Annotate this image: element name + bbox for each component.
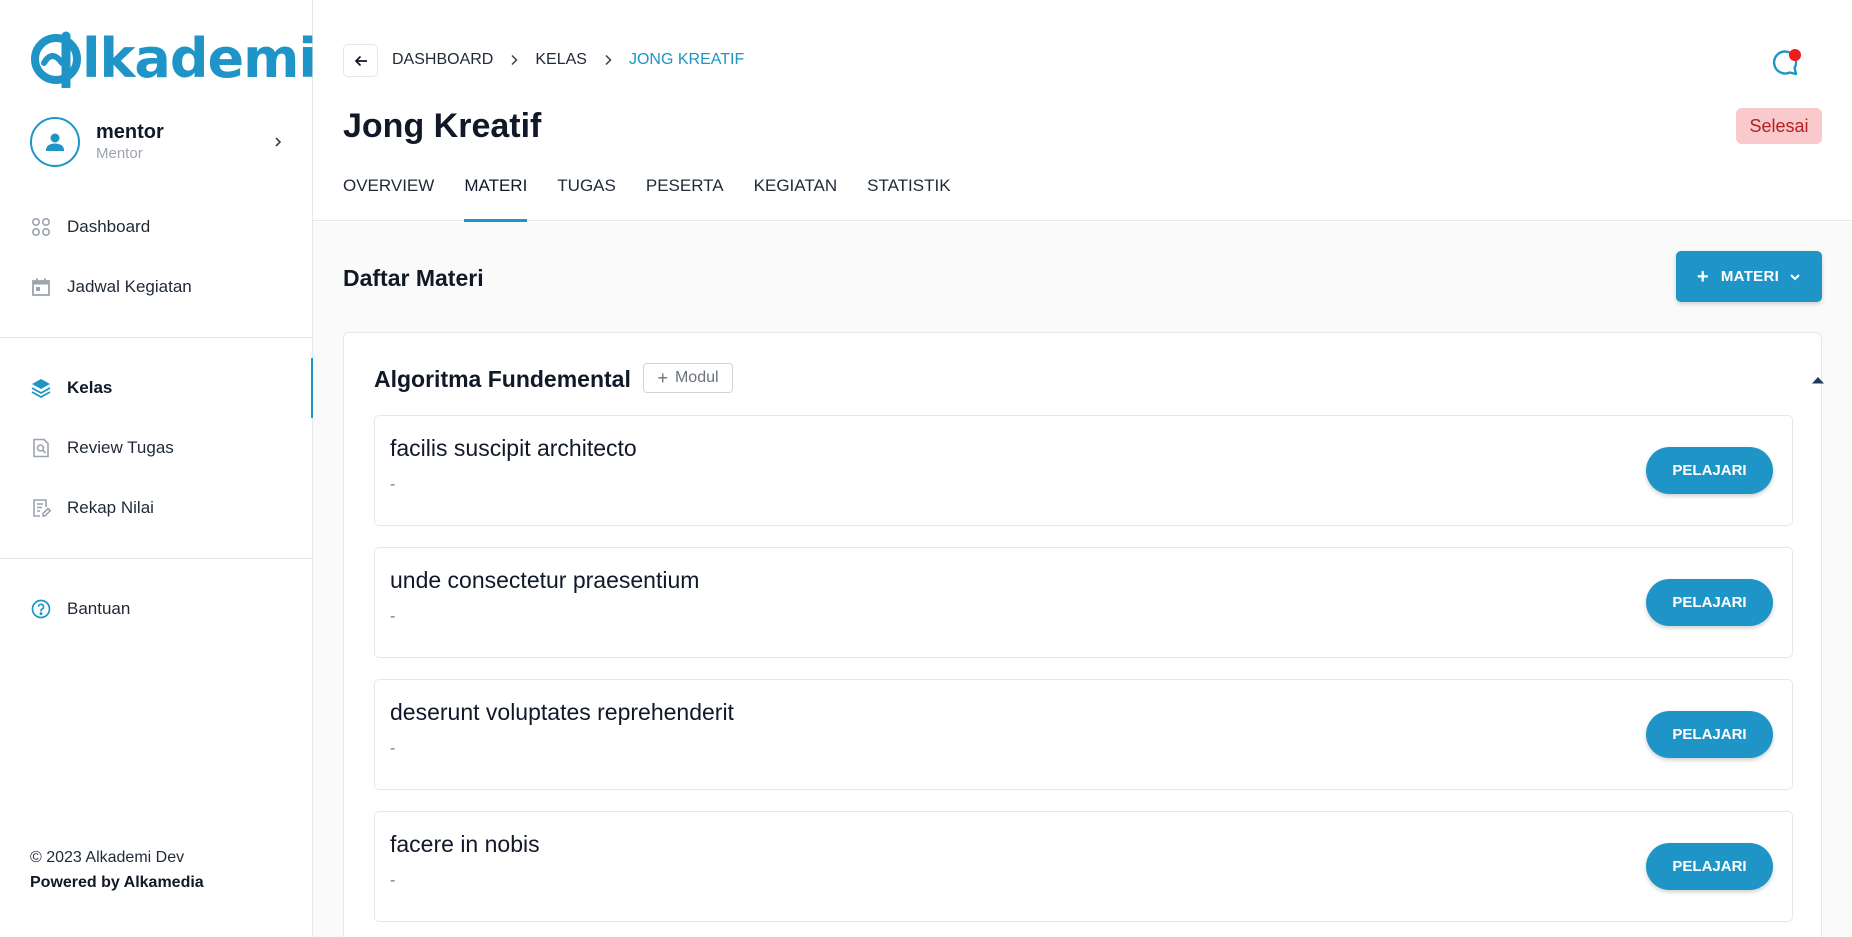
edit-document-icon — [30, 497, 52, 519]
add-materi-label: MATERI — [1720, 268, 1780, 285]
copyright-text: © 2023 Alkademi Dev — [30, 849, 185, 866]
add-modul-button[interactable]: + Modul — [643, 363, 733, 393]
sidebar-item-kelas[interactable]: Kelas — [0, 358, 314, 418]
sidebar-footer: © 2023 Alkademi Dev Powered by Alkamedia — [30, 845, 204, 895]
main-area: DASHBOARD KELAS JONG KREATIF Jong Kreati… — [313, 0, 1852, 937]
lesson-item: facere in nobis - PELAJARI — [374, 811, 1793, 922]
sidebar-item-label: Kelas — [67, 378, 113, 397]
add-modul-label: Modul — [674, 369, 719, 386]
sidebar: lkademi mentor Mentor Dashboard Jadwal K… — [0, 0, 317, 937]
section-title: Daftar Materi — [343, 265, 484, 291]
chevron-right-icon — [603, 54, 613, 66]
content-area: Daftar Materi + MATERI Algoritma Fundeme… — [313, 222, 1852, 937]
breadcrumb-kelas[interactable]: KELAS — [535, 51, 587, 69]
lesson-item: facilis suscipit architecto - PELAJARI — [374, 415, 1793, 526]
page-title: Jong Kreatif — [343, 107, 542, 145]
user-name: mentor — [96, 121, 164, 143]
status-badge: Selesai — [1736, 108, 1822, 144]
layers-icon — [30, 377, 52, 399]
arrow-left-icon — [354, 55, 367, 66]
user-icon — [46, 133, 64, 151]
collapse-caret-icon[interactable] — [1809, 373, 1827, 387]
lesson-title: deserunt voluptates reprehenderit — [390, 699, 734, 725]
lesson-title: facere in nobis — [390, 831, 540, 857]
sidebar-item-rekap-nilai[interactable]: Rekap Nilai — [0, 484, 313, 532]
tab-tugas[interactable]: TUGAS — [557, 170, 616, 221]
back-button[interactable] — [343, 44, 378, 77]
sidebar-item-bantuan[interactable]: Bantuan — [0, 585, 313, 633]
tab-kegiatan[interactable]: KEGIATAN — [754, 170, 837, 221]
breadcrumb-dashboard[interactable]: DASHBOARD — [392, 51, 493, 69]
tab-peserta[interactable]: PESERTA — [646, 170, 724, 221]
sidebar-item-label: Dashboard — [67, 217, 151, 236]
lesson-description: - — [390, 872, 396, 889]
pelajari-button[interactable]: PELAJARI — [1646, 843, 1773, 890]
logo-text: lkademi — [82, 27, 317, 90]
chevron-right-icon — [509, 54, 519, 66]
lesson-description: - — [390, 740, 396, 757]
lesson-description: - — [390, 608, 396, 625]
sidebar-divider — [0, 337, 313, 338]
module-card: Algoritma Fundemental + Modul facilis su… — [343, 332, 1824, 937]
plus-icon: + — [1696, 265, 1709, 288]
sidebar-item-label: Rekap Nilai — [67, 498, 154, 517]
sidebar-item-jadwal-kegiatan[interactable]: Jadwal Kegiatan — [0, 263, 313, 311]
sidebar-item-label: Review Tugas — [67, 438, 174, 457]
sidebar-item-label: Jadwal Kegiatan — [67, 277, 192, 296]
sidebar-divider — [0, 558, 313, 559]
calendar-icon — [30, 276, 52, 298]
notification-dot — [1789, 49, 1801, 61]
lesson-item: deserunt voluptates reprehenderit - PELA… — [374, 679, 1793, 790]
lesson-title: facilis suscipit architecto — [390, 435, 637, 461]
avatar — [30, 117, 80, 167]
help-circle-icon — [30, 598, 52, 620]
alkademi-logo-mark — [31, 31, 81, 88]
lesson-title: unde consectetur praesentium — [390, 567, 700, 593]
breadcrumb-current: JONG KREATIF — [628, 51, 745, 68]
breadcrumb: DASHBOARD KELAS JONG KREATIF — [392, 48, 744, 72]
sidebar-item-dashboard[interactable]: Dashboard — [0, 203, 313, 251]
tab-overview[interactable]: OVERVIEW — [343, 170, 434, 221]
sidebar-item-label: Bantuan — [67, 599, 131, 618]
pelajari-button[interactable]: PELAJARI — [1646, 711, 1773, 758]
grid-icon — [30, 216, 52, 238]
pelajari-button[interactable]: PELAJARI — [1646, 579, 1773, 626]
chevron-right-icon[interactable] — [268, 132, 288, 152]
page-header: DASHBOARD KELAS JONG KREATIF Jong Kreati… — [313, 0, 1852, 222]
add-materi-button[interactable]: + MATERI — [1676, 251, 1822, 302]
search-document-icon — [30, 437, 52, 459]
lesson-description: - — [390, 476, 396, 493]
pelajari-button[interactable]: PELAJARI — [1646, 447, 1773, 494]
sidebar-item-review-tugas[interactable]: Review Tugas — [0, 424, 313, 472]
powered-by-text: Powered by Alkamedia — [30, 874, 204, 891]
user-profile[interactable]: mentor Mentor — [30, 116, 288, 168]
lesson-item: unde consectetur praesentium - PELAJARI — [374, 547, 1793, 658]
tab-materi[interactable]: MATERI — [464, 170, 527, 222]
tab-statistik[interactable]: STATISTIK — [867, 170, 950, 221]
chevron-down-icon — [1789, 272, 1801, 282]
user-role: Mentor — [96, 145, 143, 162]
plus-icon: + — [657, 368, 668, 388]
alkademi-logo[interactable]: lkademi — [30, 27, 317, 90]
tab-bar: OVERVIEW MATERI TUGAS PESERTA KEGIATAN S… — [343, 170, 981, 222]
module-title: Algoritma Fundemental — [374, 366, 631, 392]
